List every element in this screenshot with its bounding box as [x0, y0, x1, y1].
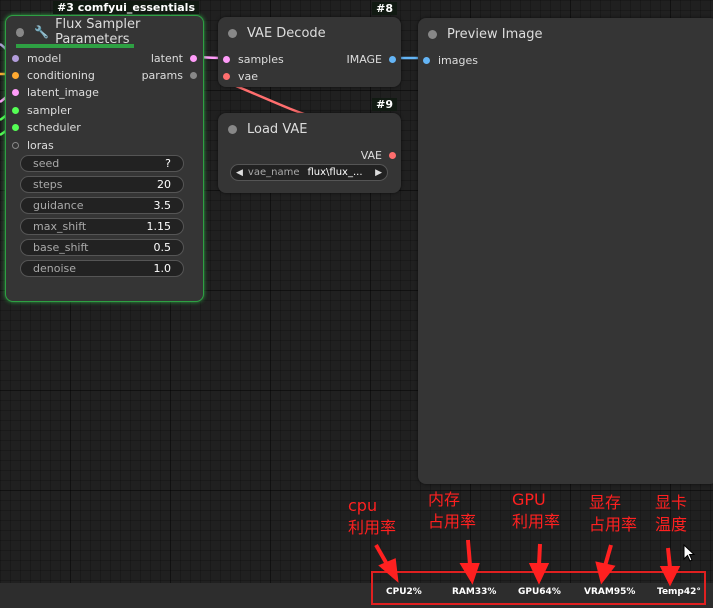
slot-label: vae	[238, 70, 259, 83]
combo-label: vae_name	[247, 167, 300, 178]
highlight-box	[371, 571, 706, 605]
annotation-cpu: cpu 利用率	[348, 495, 396, 539]
annotation-line: 显卡	[655, 493, 688, 512]
slot-label: sampler	[27, 104, 72, 117]
annotation-temp: 显卡 温度	[655, 492, 687, 536]
widget-value: 1.15	[146, 220, 172, 233]
input-images[interactable]: images	[423, 54, 478, 67]
widget-value: 0.5	[153, 241, 172, 254]
slot-label: loras	[27, 139, 54, 152]
widget-seed[interactable]: seed?	[20, 155, 184, 172]
slot-label: images	[438, 54, 478, 67]
annotation-vram: 显存 占用率	[589, 492, 637, 536]
widget-label: guidance	[33, 199, 84, 212]
slot-dot-icon	[389, 152, 396, 159]
slot-label: IMAGE	[346, 53, 382, 66]
widget-denoise[interactable]: denoise 1.0	[20, 260, 184, 277]
slot-dot-icon	[12, 107, 19, 114]
input-samples[interactable]: samples	[223, 53, 284, 66]
slot-dot-icon	[12, 55, 19, 62]
widget-guidance[interactable]: guidance 3.5	[20, 197, 184, 214]
slot-label: samples	[238, 53, 284, 66]
slot-label: VAE	[360, 149, 382, 162]
node-title-text: Preview Image	[447, 26, 543, 42]
widget-value: 1.0	[153, 262, 172, 275]
widget-label: seed	[33, 157, 60, 170]
widget-base-shift[interactable]: base_shift 0.5	[20, 239, 184, 256]
annotation-line: 温度	[655, 515, 688, 534]
collapse-dot-icon[interactable]	[228, 124, 237, 134]
input-conditioning[interactable]: conditioning	[12, 69, 95, 82]
annotation-line: 利用率	[348, 518, 397, 537]
vae-decode-node[interactable]: #8 VAE Decode samples vae IMAGE	[218, 2, 401, 87]
slot-label: model	[27, 52, 62, 65]
widget-label: denoise	[33, 262, 77, 275]
preview-image-node[interactable]: Preview Image images	[418, 18, 713, 484]
node-id-badge: #3 comfyui_essentials	[53, 1, 199, 14]
slot-label: params	[141, 69, 183, 82]
wrench-icon: 🔧	[34, 25, 50, 39]
collapse-dot-icon[interactable]	[16, 27, 25, 37]
slot-dot-icon	[389, 56, 396, 63]
progress-bar	[16, 44, 134, 48]
input-scheduler[interactable]: scheduler	[12, 121, 81, 134]
node-id-badge: #8	[372, 2, 397, 15]
combo-value: flux\flux_...	[307, 167, 363, 178]
widget-value: 20	[157, 178, 171, 191]
annotation-line: 占用率	[428, 512, 477, 531]
mouse-cursor-icon	[683, 544, 696, 562]
input-vae[interactable]: vae	[223, 70, 258, 83]
annotation-line: GPU	[512, 490, 546, 509]
output-latent[interactable]: latent	[151, 52, 197, 65]
widget-value: ?	[165, 157, 171, 170]
node-title-text: Flux Sampler Parameters	[55, 17, 141, 47]
widget-label: base_shift	[33, 241, 89, 254]
slot-dot-icon	[223, 73, 230, 80]
node-title[interactable]: VAE Decode	[218, 17, 401, 49]
slot-dot-icon	[12, 142, 19, 149]
vae-name-combo[interactable]: ◀ vae_name flux\flux_... ▶	[230, 164, 388, 181]
annotation-line: 占用率	[589, 515, 638, 534]
node-title-text: Load VAE	[247, 121, 308, 137]
annotation-gpu: GPU 利用率	[512, 489, 560, 533]
slot-dot-icon	[223, 56, 230, 63]
node-title[interactable]: Load VAE	[218, 113, 401, 145]
collapse-dot-icon[interactable]	[228, 28, 237, 38]
node-id-badge: #9	[372, 98, 397, 111]
input-latent-image[interactable]: latent_image	[12, 86, 99, 99]
widget-value: 3.5	[153, 199, 172, 212]
input-sampler[interactable]: sampler	[12, 104, 72, 117]
slot-dot-icon	[423, 57, 430, 64]
widget-label: steps	[33, 178, 63, 191]
output-vae[interactable]: VAE	[361, 149, 396, 162]
collapse-dot-icon[interactable]	[428, 29, 437, 39]
slot-dot-icon	[190, 55, 197, 62]
annotation-line: 利用率	[512, 512, 561, 531]
slot-label: latent_image	[27, 86, 99, 99]
slot-dot-icon	[12, 124, 19, 131]
annotation-line: 内存	[428, 490, 461, 509]
slot-label: conditioning	[27, 69, 95, 82]
output-params[interactable]: params	[142, 69, 197, 82]
slot-label: scheduler	[27, 121, 81, 134]
input-loras[interactable]: loras	[12, 139, 54, 152]
output-image[interactable]: IMAGE	[346, 53, 396, 66]
input-model[interactable]: model	[12, 52, 61, 65]
combo-next-arrow-icon[interactable]: ▶	[375, 168, 382, 178]
annotation-ram: 内存 占用率	[428, 489, 476, 533]
load-vae-node[interactable]: #9 Load VAE VAE ◀ vae_name flux\flux_...…	[218, 98, 401, 193]
flux-sampler-node[interactable]: #3 comfyui_essentials 🔧 Flux Sampler Par…	[5, 1, 204, 302]
node-title-text: VAE Decode	[247, 25, 326, 41]
slot-dot-icon	[190, 72, 197, 79]
node-title[interactable]: Preview Image	[418, 18, 713, 50]
slot-dot-icon	[12, 89, 19, 96]
combo-prev-arrow-icon[interactable]: ◀	[236, 168, 243, 178]
widget-steps[interactable]: steps 20	[20, 176, 184, 193]
annotation-line: 显存	[589, 493, 622, 512]
annotation-line: cpu	[348, 496, 378, 515]
slot-dot-icon	[12, 72, 19, 79]
widget-label: max_shift	[33, 220, 87, 233]
slot-label: latent	[150, 52, 183, 65]
widget-max-shift[interactable]: max_shift 1.15	[20, 218, 184, 235]
